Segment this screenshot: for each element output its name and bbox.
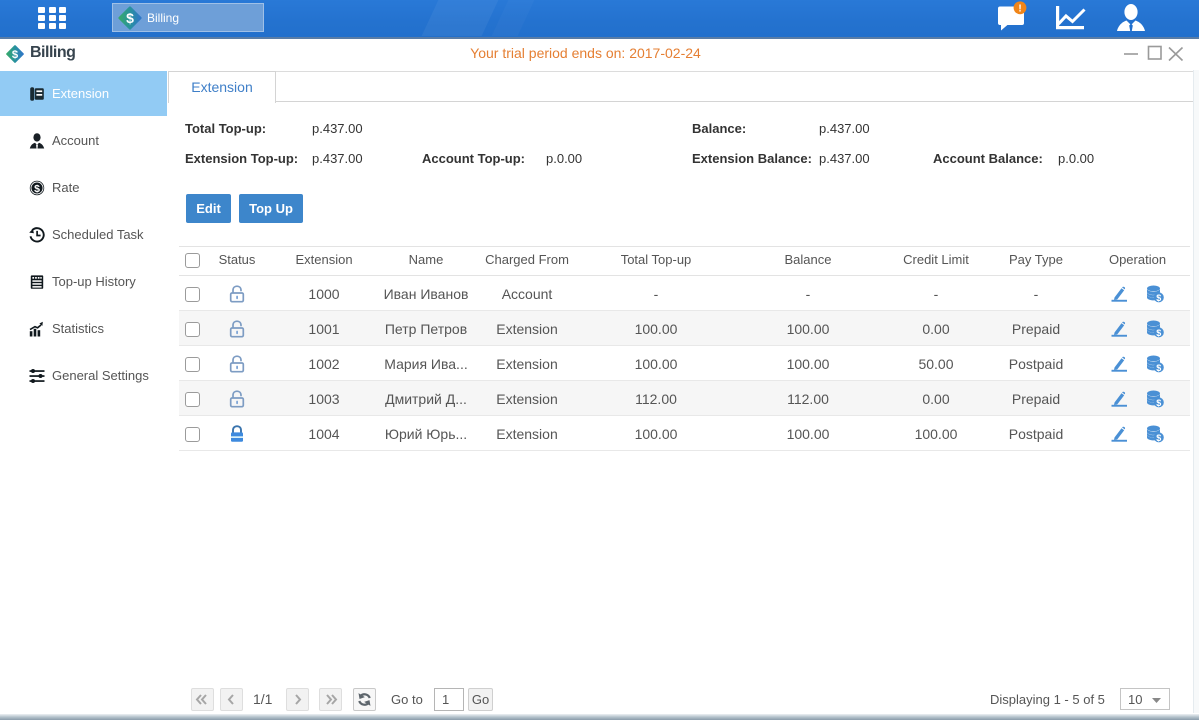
svg-text:$: $ [126,10,134,26]
svg-text:!: ! [1018,4,1021,15]
